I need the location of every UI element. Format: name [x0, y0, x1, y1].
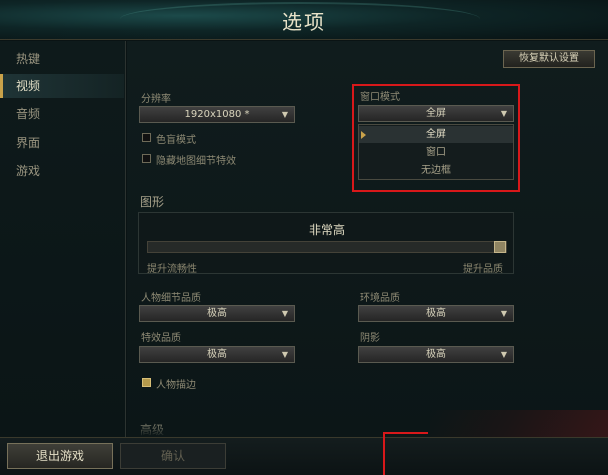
sidebar-item-audio[interactable]: 音频	[0, 102, 124, 126]
graphics-preset-value: 非常高	[308, 223, 345, 237]
window-mode-label: 窗口模式	[360, 92, 400, 103]
character-quality-value: 极高	[207, 308, 227, 319]
window-mode-dropdown: 全屏 窗口 无边框	[358, 124, 514, 180]
exit-game-button[interactable]: 退出游戏	[7, 443, 113, 469]
smoothness-hint: 提升流畅性	[147, 264, 197, 275]
hide-eye-candy-checkbox[interactable]	[142, 154, 151, 163]
quality-hint: 提升品质	[463, 264, 503, 275]
window-title: 选项	[282, 10, 326, 34]
graphics-section-title: 图形	[140, 195, 165, 209]
sidebar-item-video[interactable]: 视频	[0, 74, 124, 98]
character-quality-select[interactable]: 极高 ▼	[139, 305, 295, 322]
window-mode-option-fullscreen[interactable]: 全屏	[359, 126, 513, 143]
chevron-down-icon: ▼	[281, 309, 288, 318]
graphics-preset-panel: 非常高 提升流畅性 提升品质	[138, 212, 514, 275]
graphics-slider-handle[interactable]	[494, 241, 506, 253]
window-mode-select[interactable]: 全屏 ▼	[358, 105, 514, 122]
sidebar-item-hotkeys[interactable]: 热键	[0, 47, 124, 71]
environment-quality-value: 极高	[426, 308, 446, 319]
shadows-select[interactable]: 极高 ▼	[358, 346, 514, 363]
chevron-down-icon: ▼	[281, 350, 288, 359]
window-mode-value: 全屏	[426, 108, 446, 119]
character-outline-checkbox[interactable]	[142, 378, 151, 387]
effects-quality-label: 特效品质	[141, 333, 181, 344]
resolution-select[interactable]: 1920x1080 * ▼	[139, 106, 295, 123]
colorblind-checkbox[interactable]	[142, 133, 151, 142]
shadows-label: 阴影	[360, 333, 380, 344]
chevron-down-icon: ▼	[281, 110, 288, 119]
restore-defaults-button[interactable]: 恢复默认设置	[503, 50, 595, 68]
shadows-value: 极高	[426, 349, 446, 360]
chevron-down-icon: ▼	[500, 109, 507, 118]
sidebar-item-game[interactable]: 游戏	[0, 159, 124, 183]
colorblind-label: 色盲模式	[156, 135, 196, 146]
sidebar-item-interface[interactable]: 界面	[0, 131, 124, 155]
environment-quality-select[interactable]: 极高 ▼	[358, 305, 514, 322]
chevron-down-icon: ▼	[500, 350, 507, 359]
confirm-button[interactable]: 确认	[120, 443, 226, 469]
environment-quality-label: 环境品质	[360, 293, 400, 304]
character-quality-label: 人物细节品质	[141, 293, 201, 304]
hide-eye-candy-label: 隐藏地图细节特效	[156, 156, 236, 167]
sidebar	[0, 41, 126, 437]
window-mode-option-borderless[interactable]: 无边框	[359, 162, 513, 179]
chevron-down-icon: ▼	[500, 309, 507, 318]
character-outline-label: 人物描边	[156, 380, 196, 391]
graphics-slider-fill	[148, 242, 494, 252]
window-mode-option-windowed[interactable]: 窗口	[359, 144, 513, 161]
resolution-value: 1920x1080 *	[184, 109, 250, 120]
effects-quality-select[interactable]: 极高 ▼	[139, 346, 295, 363]
graphics-slider[interactable]	[147, 241, 507, 253]
resolution-label: 分辨率	[141, 94, 171, 105]
effects-quality-value: 极高	[207, 349, 227, 360]
